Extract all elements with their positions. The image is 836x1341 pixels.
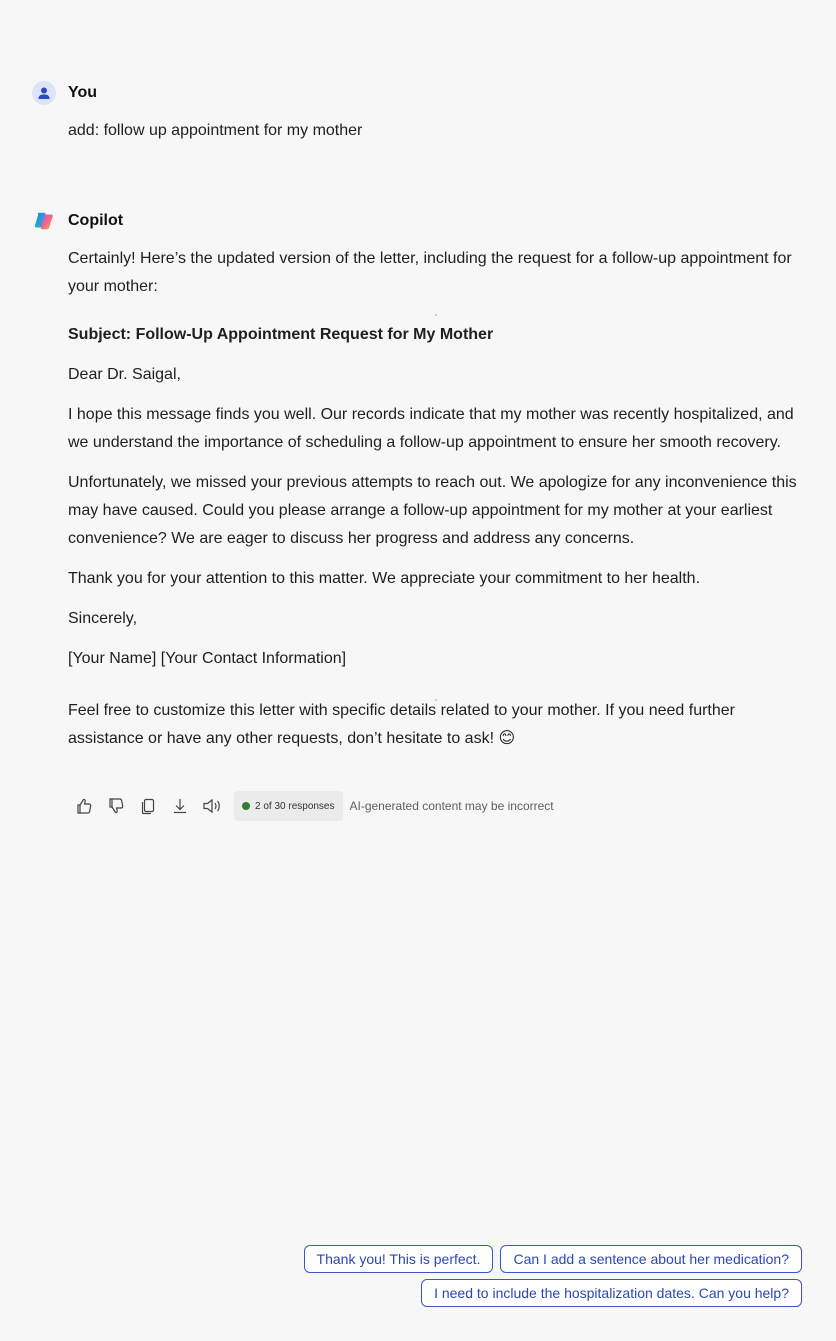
copilot-logo-icon	[32, 209, 56, 233]
read-aloud-icon[interactable]	[196, 790, 228, 822]
letter-signature: [Your Name] [Your Contact Information]	[68, 650, 347, 667]
thumbs-up-icon[interactable]	[68, 790, 100, 822]
copilot-message-body: Certainly! Here’s the updated version of…	[68, 245, 808, 765]
copilot-sender-name: Copilot	[68, 212, 124, 229]
letter-closing: Sincerely,	[68, 610, 138, 627]
suggestion-thank-you-button[interactable]: Thank you! This is perfect.	[303, 1245, 494, 1273]
status-dot-icon	[242, 802, 250, 810]
copy-icon[interactable]	[132, 790, 164, 822]
letter-paragraph-3: Thank you for your attention to this mat…	[68, 570, 701, 587]
letter-subject: Subject: Follow-Up Appointment Request f…	[68, 326, 494, 343]
responses-count-badge[interactable]: 2 of 30 responses	[234, 791, 343, 821]
suggestion-chips: Thank you! This is perfect. Can I add a …	[282, 1245, 802, 1313]
copilot-intro-text: Certainly! Here’s the updated version of…	[68, 250, 792, 295]
letter-paragraph-2: Unfortunately, we missed your previous a…	[68, 474, 797, 547]
responses-count-label: 2 of 30 responses	[255, 800, 335, 812]
copilot-message-header: Copilot	[32, 209, 123, 233]
download-icon[interactable]	[164, 790, 196, 822]
letter-end-divider	[435, 699, 437, 701]
user-message-header: You	[32, 81, 97, 105]
suggestion-row-2: I need to include the hospitalization da…	[282, 1279, 802, 1307]
thumbs-down-icon[interactable]	[100, 790, 132, 822]
user-avatar-icon	[32, 81, 56, 105]
response-action-bar: 2 of 30 responses AI-generated content m…	[68, 790, 554, 822]
user-sender-name: You	[68, 84, 98, 101]
user-message-text: add: follow up appointment for my mother	[68, 122, 363, 139]
suggestion-medication-button[interactable]: Can I add a sentence about her medicatio…	[500, 1245, 802, 1273]
suggestion-hospitalization-dates-button[interactable]: I need to include the hospitalization da…	[421, 1279, 802, 1307]
ai-disclaimer-text: AI-generated content may be incorrect	[349, 799, 554, 813]
letter-paragraph-1: I hope this message finds you well. Our …	[68, 406, 794, 451]
copilot-outro-text: Feel free to customize this letter with …	[68, 702, 735, 747]
chat-page: You add: follow up appointment for my mo…	[0, 0, 836, 1341]
letter-start-divider	[435, 314, 437, 316]
letter-greeting: Dear Dr. Saigal,	[68, 366, 181, 383]
suggestion-row-1: Thank you! This is perfect. Can I add a …	[282, 1245, 802, 1273]
